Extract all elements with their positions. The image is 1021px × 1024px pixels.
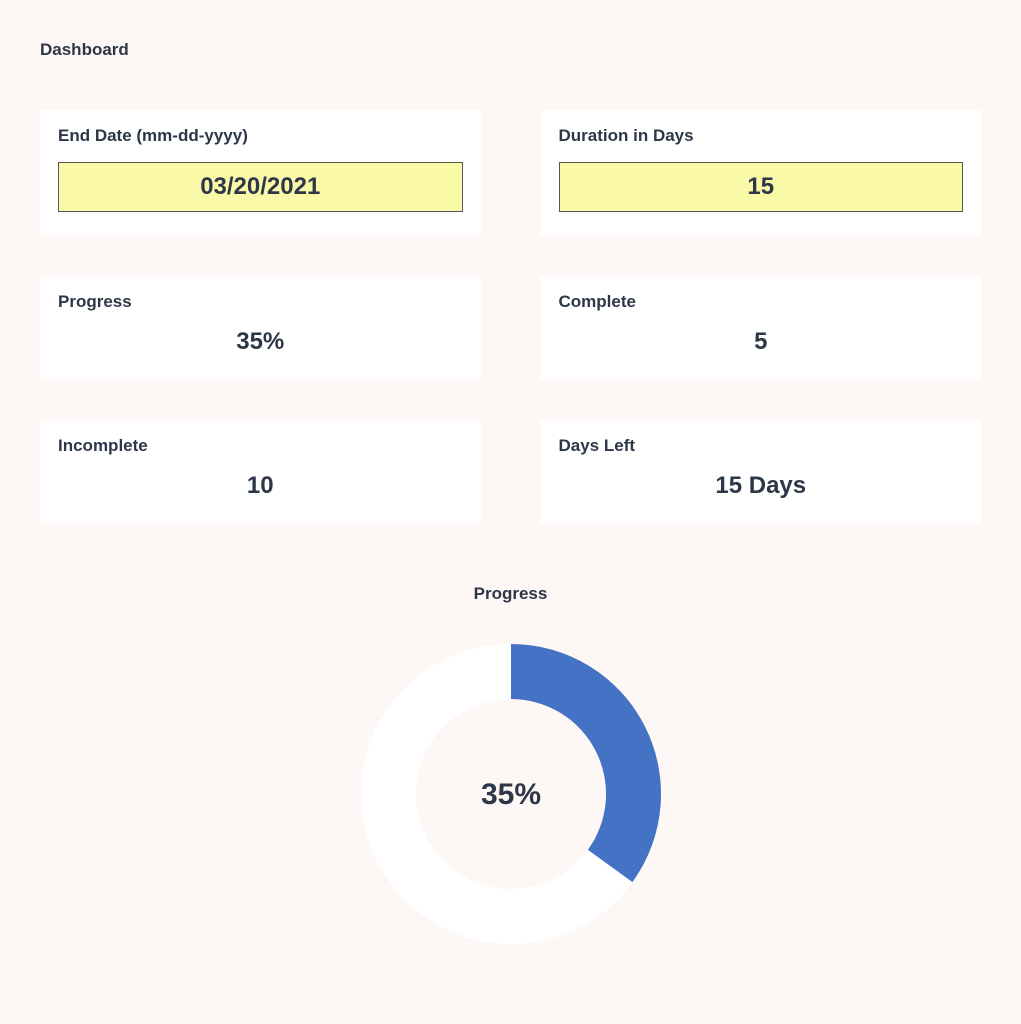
svg-text:35%: 35%	[480, 778, 540, 811]
days-left-label: Days Left	[559, 436, 964, 456]
duration-card: Duration in Days	[541, 110, 982, 236]
days-left-card: Days Left 15 Days	[541, 420, 982, 524]
page-title: Dashboard	[40, 40, 981, 60]
chart-title: Progress	[40, 584, 981, 604]
incomplete-label: Incomplete	[58, 436, 463, 456]
incomplete-value: 10	[58, 472, 463, 500]
days-left-value: 15 Days	[559, 472, 964, 500]
complete-value: 5	[559, 328, 964, 356]
end-date-label: End Date (mm-dd-yyyy)	[58, 126, 463, 146]
progress-card: Progress 35%	[40, 276, 481, 380]
progress-value: 35%	[58, 328, 463, 356]
complete-card: Complete 5	[541, 276, 982, 380]
duration-input[interactable]	[559, 162, 964, 212]
duration-label: Duration in Days	[559, 126, 964, 146]
metrics-grid: End Date (mm-dd-yyyy) Duration in Days P…	[40, 110, 981, 524]
incomplete-card: Incomplete 10	[40, 420, 481, 524]
donut-chart-svg: 35%	[341, 624, 681, 964]
complete-label: Complete	[559, 292, 964, 312]
progress-chart: Progress 35%	[40, 584, 981, 964]
end-date-card: End Date (mm-dd-yyyy)	[40, 110, 481, 236]
progress-label: Progress	[58, 292, 463, 312]
end-date-input[interactable]	[58, 162, 463, 212]
